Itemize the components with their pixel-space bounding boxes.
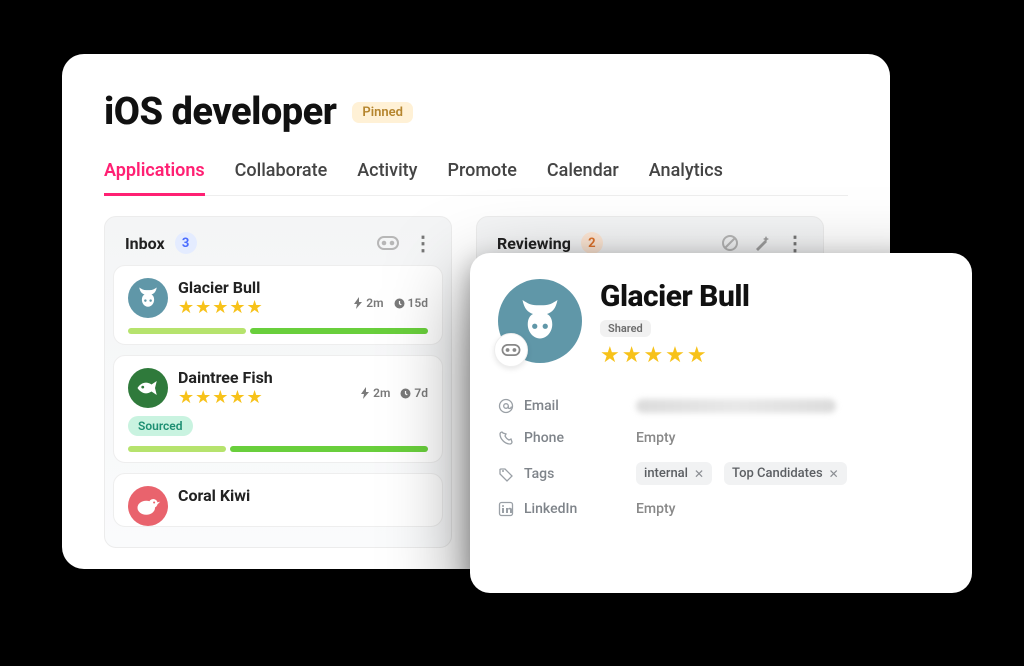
clock-meta: 7d (400, 386, 428, 400)
tab-analytics[interactable]: Analytics (649, 154, 723, 195)
reviewing-count-badge: 2 (581, 232, 603, 254)
column-title-reviewing: Reviewing (497, 234, 571, 253)
rating-stars: ★★★★★ (178, 299, 264, 317)
sourced-chip: Sourced (128, 416, 193, 436)
linkedin-icon (498, 501, 514, 517)
tab-calendar[interactable]: Calendar (547, 154, 619, 195)
mask-icon[interactable] (494, 333, 528, 367)
page-title: iOS developer (104, 90, 336, 134)
phone-label: Phone (524, 430, 564, 446)
tag-chip[interactable]: Top Candidates✕ (724, 462, 847, 485)
tags-label: Tags (524, 466, 554, 482)
progress-bar (128, 328, 428, 334)
mask-icon[interactable] (377, 236, 399, 250)
close-icon[interactable]: ✕ (694, 467, 704, 481)
linkedin-label: LinkedIn (524, 501, 577, 517)
rating-stars: ★★★★★ (178, 389, 273, 407)
rating-stars: ★★★★★ (600, 343, 750, 368)
close-icon[interactable]: ✕ (829, 467, 839, 481)
tab-collaborate[interactable]: Collaborate (235, 154, 328, 195)
field-phone: Phone Empty (498, 422, 944, 454)
email-value-redacted (636, 399, 836, 413)
bolt-meta: 2m (361, 386, 390, 400)
tab-promote[interactable]: Promote (447, 154, 516, 195)
tab-bar: Applications Collaborate Activity Promot… (104, 154, 848, 196)
shared-badge: Shared (600, 320, 651, 337)
more-icon[interactable]: ⋮ (785, 231, 805, 255)
tab-applications[interactable]: Applications (104, 154, 205, 196)
tag-icon (498, 466, 514, 482)
field-linkedin: LinkedIn Empty (498, 493, 944, 525)
block-icon[interactable] (721, 234, 739, 252)
applicant-card[interactable]: Daintree Fish ★★★★★ 2m 7d So (113, 355, 443, 463)
email-label: Email (524, 398, 559, 414)
pinned-badge: Pinned (352, 102, 413, 123)
applicant-detail-panel: Glacier Bull Shared ★★★★★ Email Phone Em… (470, 253, 972, 593)
phone-value[interactable]: Empty (636, 430, 676, 446)
bolt-meta: 2m (354, 296, 383, 310)
avatar-fish-icon (128, 368, 168, 408)
phone-icon (498, 430, 514, 446)
field-email: Email (498, 390, 944, 422)
tab-activity[interactable]: Activity (357, 154, 417, 195)
column-inbox: Inbox 3 ⋮ Glacier Bull (104, 216, 452, 548)
at-icon (498, 398, 514, 414)
detail-name: Glacier Bull (600, 279, 750, 314)
applicant-name: Daintree Fish (178, 368, 273, 387)
applicant-name: Glacier Bull (178, 278, 264, 297)
avatar-bull-icon (128, 278, 168, 318)
wand-icon[interactable] (753, 234, 771, 252)
applicant-card[interactable]: Glacier Bull ★★★★★ 2m 15d (113, 265, 443, 345)
progress-bar (128, 446, 428, 452)
applicant-card[interactable]: Coral Kiwi (113, 473, 443, 527)
linkedin-value[interactable]: Empty (636, 501, 676, 517)
tag-chip[interactable]: internal✕ (636, 462, 712, 485)
applicant-name: Coral Kiwi (178, 486, 250, 505)
inbox-count-badge: 3 (175, 232, 197, 254)
column-title-inbox: Inbox (125, 234, 165, 253)
clock-meta: 15d (394, 296, 428, 310)
field-tags: Tags internal✕ Top Candidates✕ (498, 454, 944, 493)
more-icon[interactable]: ⋮ (413, 231, 433, 255)
avatar-kiwi-icon (128, 486, 168, 526)
